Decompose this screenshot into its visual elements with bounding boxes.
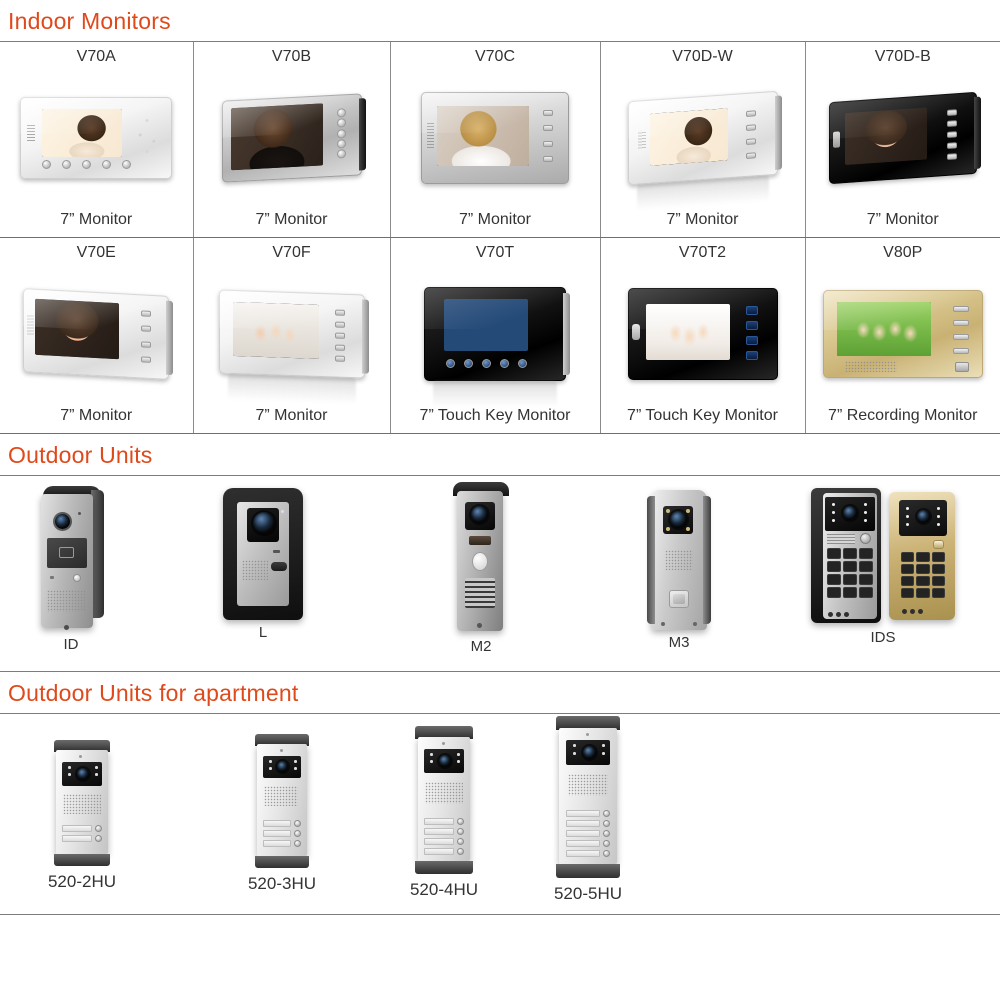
product-image-v70b — [194, 68, 390, 208]
section-divider-apartment-bottom — [0, 914, 1000, 915]
product-name: L — [258, 624, 268, 641]
product-card-520-3hu[interactable]: 520-3HU — [232, 734, 332, 894]
product-cell-v70d-b[interactable]: V70D-B 7” Monitor — [805, 42, 1000, 238]
apartment-units-row: 520-2HU 520-3HU 520-4HU 520-5HU — [0, 714, 1000, 914]
product-card-m2[interactable]: M2 — [434, 482, 528, 655]
product-image-v70d-b — [806, 68, 1000, 208]
product-caption: 7” Monitor — [255, 211, 328, 228]
product-image-v70c — [391, 68, 600, 208]
product-cell-v80p[interactable]: V80P 7” Recording Monitor — [805, 237, 1000, 434]
product-name: 520-5HU — [553, 884, 623, 903]
section-title-outdoor-units-apartment: Outdoor Units for apartment — [8, 680, 299, 706]
product-caption: 7” Touch Key Monitor — [419, 407, 571, 424]
product-image-v70t — [391, 264, 600, 407]
product-name: M2 — [470, 638, 492, 655]
product-card-ids[interactable]: IDS — [788, 488, 978, 646]
product-name: V70T — [475, 244, 515, 261]
product-name: V70T2 — [678, 244, 727, 261]
product-name: M3 — [668, 634, 690, 651]
product-cell-v70f[interactable]: V70F 7” Monitor — [193, 237, 391, 434]
product-name: V70F — [272, 244, 311, 261]
product-image-v70e — [0, 264, 193, 404]
product-card-id[interactable]: ID — [24, 486, 118, 653]
table-row: V70A 7” Monitor V70B 7” Monitor V70C 7” … — [0, 42, 1000, 238]
product-image-v70a — [0, 68, 193, 208]
product-cell-v70c[interactable]: V70C 7” Monitor — [390, 42, 601, 238]
product-name: V70D-B — [874, 48, 931, 65]
product-caption: 7” Monitor — [60, 407, 133, 424]
product-card-520-4hu[interactable]: 520-4HU — [394, 726, 494, 900]
product-name: 520-3HU — [247, 874, 317, 893]
product-caption: 7” Monitor — [866, 211, 939, 228]
product-card-520-5hu[interactable]: 520-5HU — [538, 716, 638, 904]
product-image-v70d-w — [601, 68, 805, 211]
product-caption: 7” Monitor — [458, 211, 532, 228]
product-name: V70A — [76, 48, 116, 65]
product-image-v80p — [806, 264, 1000, 404]
product-name: 520-4HU — [409, 880, 479, 899]
indoor-monitor-grid: V70A 7” Monitor V70B 7” Monitor V70C 7” … — [0, 42, 1000, 434]
product-name: ID — [63, 636, 79, 653]
product-cell-v70d-w[interactable]: V70D-W 7” Monitor — [600, 42, 806, 238]
product-name: V70E — [76, 244, 116, 261]
product-caption: 7” Monitor — [255, 407, 328, 424]
product-card-l[interactable]: L — [213, 488, 313, 641]
product-caption: 7” Monitor — [60, 211, 133, 228]
outdoor-units-row: ID L M2 M3 IDS — [0, 476, 1000, 671]
section-indoor-monitors: Indoor Monitors V70A 7” Monitor V70B 7” … — [0, 0, 1000, 434]
product-caption: 7” Recording Monitor — [828, 407, 978, 424]
product-card-520-2hu[interactable]: 520-2HU — [36, 740, 128, 892]
product-image-v70t2 — [601, 264, 805, 404]
product-cell-v70t2[interactable]: V70T2 7” Touch Key Monitor — [600, 237, 806, 434]
product-cell-v70a[interactable]: V70A 7” Monitor — [0, 42, 194, 238]
product-cell-v70b[interactable]: V70B 7” Monitor — [193, 42, 391, 238]
product-name: IDS — [870, 629, 896, 646]
section-title-outdoor-units: Outdoor Units — [8, 442, 153, 468]
product-name: V70C — [474, 48, 516, 65]
product-image-v70f — [194, 264, 390, 405]
table-row: V70E 7” Monitor V70F 7” Monitor V70T 7” … — [0, 237, 1000, 434]
section-title-indoor-monitors: Indoor Monitors — [8, 8, 171, 34]
product-name: V70D-W — [672, 48, 733, 65]
product-name: V80P — [883, 244, 923, 261]
product-caption: 7” Touch Key Monitor — [627, 407, 778, 424]
product-cell-v70t[interactable]: V70T 7” Touch Key Monitor — [390, 237, 601, 434]
product-name: 520-2HU — [47, 872, 117, 891]
product-catalog-sheet: Indoor Monitors V70A 7” Monitor V70B 7” … — [0, 0, 1000, 1000]
product-card-m3[interactable]: M3 — [634, 490, 724, 651]
section-outdoor-units: Outdoor Units ID L M2 M3 IDS — [0, 434, 1000, 672]
product-name: V70B — [271, 48, 312, 65]
product-cell-v70e[interactable]: V70E 7” Monitor — [0, 237, 194, 434]
section-outdoor-units-apartment: Outdoor Units for apartment 520-2HU 520-… — [0, 672, 1000, 915]
product-caption: 7” Monitor — [666, 211, 739, 228]
